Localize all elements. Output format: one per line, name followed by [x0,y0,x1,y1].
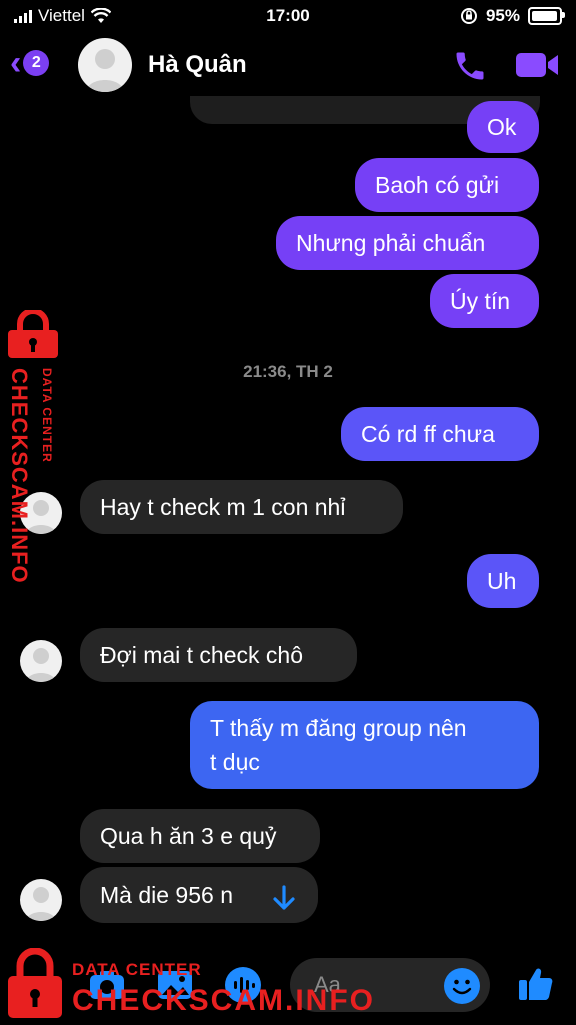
message-bubble[interactable]: Đợi mai t check chô [80,628,357,682]
phone-icon[interactable] [452,48,488,84]
message-text: T thấy m đăng group nên [210,715,467,741]
watermark-large: CHECKSCAM.INFO [72,984,375,1017]
padlock-icon [8,947,62,1018]
contact-avatar[interactable] [78,38,132,92]
watermark-bottom: DATA CENTER CHECKSCAM.INFO [6,947,373,1024]
avatar-placeholder-icon [26,887,56,921]
avatar-placeholder-icon [26,648,56,682]
message-bubble[interactable]: Baoh có gửi [355,158,539,212]
orientation-lock-icon [460,8,477,24]
watermark-large-vertical: CHECKSCAM.INFO [7,368,32,584]
scroll-down-button[interactable] [262,876,306,920]
message-text: Nhưng phải chuẩn [296,229,486,256]
status-bar: Viettel 17:00 95% [0,0,576,34]
message-text: Có rd ff chưa [361,420,495,447]
video-camera-icon[interactable] [514,50,560,80]
chat-header: ‹ 2 Hà Quân [0,34,576,96]
message-text: Mà die 956 n [100,881,233,908]
message-bubble[interactable]: Hay t check m 1 con nhỉ [80,480,403,534]
arrow-down-icon [273,885,295,910]
status-right: 95% [460,6,565,26]
message-text: Baoh có gửi [375,171,500,198]
message-bubble[interactable]: Có rd ff chưa [341,407,539,461]
thumbs-up-icon[interactable] [512,960,558,1006]
watermark-side: CHECKSCAM.INFO DATA CENTER [4,308,66,600]
message-text: Ok [487,113,517,140]
watermark-small-vertical: DATA CENTER [40,368,54,463]
message-bubble[interactable]: Nhưng phải chuẩn [276,216,539,270]
message-text: Qua h ăn 3 e quỷ [100,822,277,849]
conversation-timestamp: 21:36, TH 2 [243,362,333,381]
message-bubble[interactable]: T thấy m đăng group nên t dục [190,701,539,789]
message-text: Đợi mai t check chô [100,641,303,668]
contact-avatar-small[interactable] [20,640,62,682]
battery-icon [528,7,565,25]
padlock-icon [8,308,58,358]
chevron-left-icon: ‹ [10,44,22,82]
message-bubble[interactable]: Uh [467,554,539,608]
avatar-placeholder-icon [86,49,124,92]
message-text: Hay t check m 1 con nhỉ [100,493,346,520]
contact-avatar-small[interactable] [20,879,62,921]
unread-badge: 2 [23,50,50,76]
message-bubble[interactable]: Ok [467,101,539,153]
message-text: t dục [210,749,260,775]
message-text: Úy tín [450,287,511,314]
message-text: Uh [487,567,517,594]
back-button[interactable]: ‹ 2 [10,44,50,82]
emoji-icon[interactable] [444,968,480,1004]
contact-name[interactable]: Hà Quân [148,51,247,79]
watermark-small: DATA CENTER [72,960,202,979]
battery-percent: 95% [485,6,520,25]
message-bubble[interactable]: Qua h ăn 3 e quỷ [80,809,320,863]
message-bubble[interactable]: Úy tín [430,274,539,328]
